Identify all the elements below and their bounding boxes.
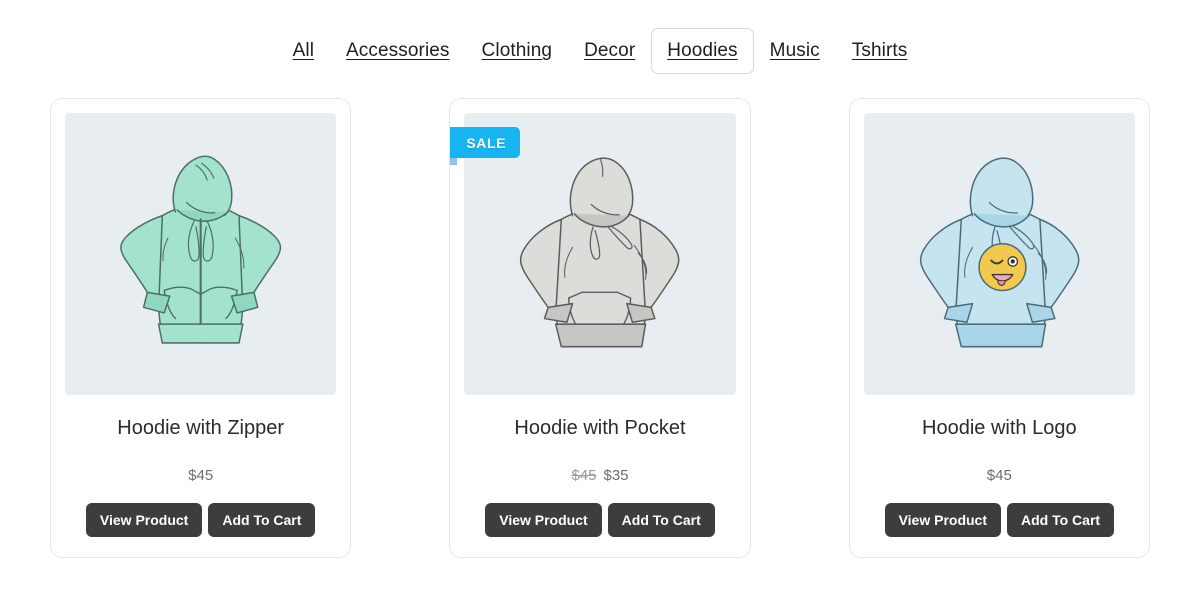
price-original: $45: [571, 466, 597, 484]
product-actions: View Product Add To Cart: [485, 502, 715, 537]
product-filter-nav: All Accessories Clothing Decor Hoodies M…: [0, 0, 1200, 80]
product-image-logo-hoodie[interactable]: [863, 113, 1135, 395]
product-thumb-wrap: SALE: [450, 113, 736, 395]
product-title: Hoodie with Logo: [922, 417, 1077, 439]
filter-item-tshirts[interactable]: Tshirts: [836, 28, 924, 74]
filter-item-clothing[interactable]: Clothing: [466, 28, 569, 74]
product-thumb-wrap: [863, 113, 1135, 395]
product-price: $45 $35: [571, 467, 628, 484]
product-title: Hoodie with Pocket: [514, 417, 686, 439]
sale-badge: SALE: [450, 127, 521, 165]
view-product-button[interactable]: View Product: [884, 502, 1001, 537]
product-grid: Hoodie with Zipper $45 View Product Add …: [0, 98, 1200, 558]
view-product-button[interactable]: View Product: [85, 502, 203, 537]
product-thumb-wrap: [65, 113, 337, 395]
add-to-cart-button[interactable]: Add To Cart: [208, 502, 316, 537]
product-title: Hoodie with Zipper: [117, 417, 285, 439]
filter-item-all[interactable]: All: [277, 28, 330, 74]
product-card[interactable]: SALE Hoodie with Pocket $45 $35 View Pro…: [449, 98, 751, 558]
product-card[interactable]: Hoodie with Logo $45 View Product Add To…: [848, 98, 1150, 558]
product-actions: View Product Add To Cart: [884, 502, 1115, 537]
view-product-button[interactable]: View Product: [485, 502, 602, 537]
product-price: $45: [188, 467, 213, 484]
filter-item-music[interactable]: Music: [754, 28, 836, 74]
product-card[interactable]: Hoodie with Zipper $45 View Product Add …: [50, 98, 352, 558]
price-regular: $45: [986, 466, 1012, 484]
price-sale: $35: [603, 466, 629, 484]
filter-item-accessories[interactable]: Accessories: [330, 28, 466, 74]
filter-item-hoodies[interactable]: Hoodies: [651, 28, 754, 74]
product-actions: View Product Add To Cart: [85, 502, 316, 537]
add-to-cart-button[interactable]: Add To Cart: [1007, 502, 1115, 537]
price-regular: $45: [188, 466, 214, 484]
product-image-zip-up-hoodie[interactable]: [65, 113, 337, 395]
product-price: $45: [987, 467, 1012, 484]
filter-item-decor[interactable]: Decor: [568, 28, 651, 74]
add-to-cart-button[interactable]: Add To Cart: [607, 502, 715, 537]
